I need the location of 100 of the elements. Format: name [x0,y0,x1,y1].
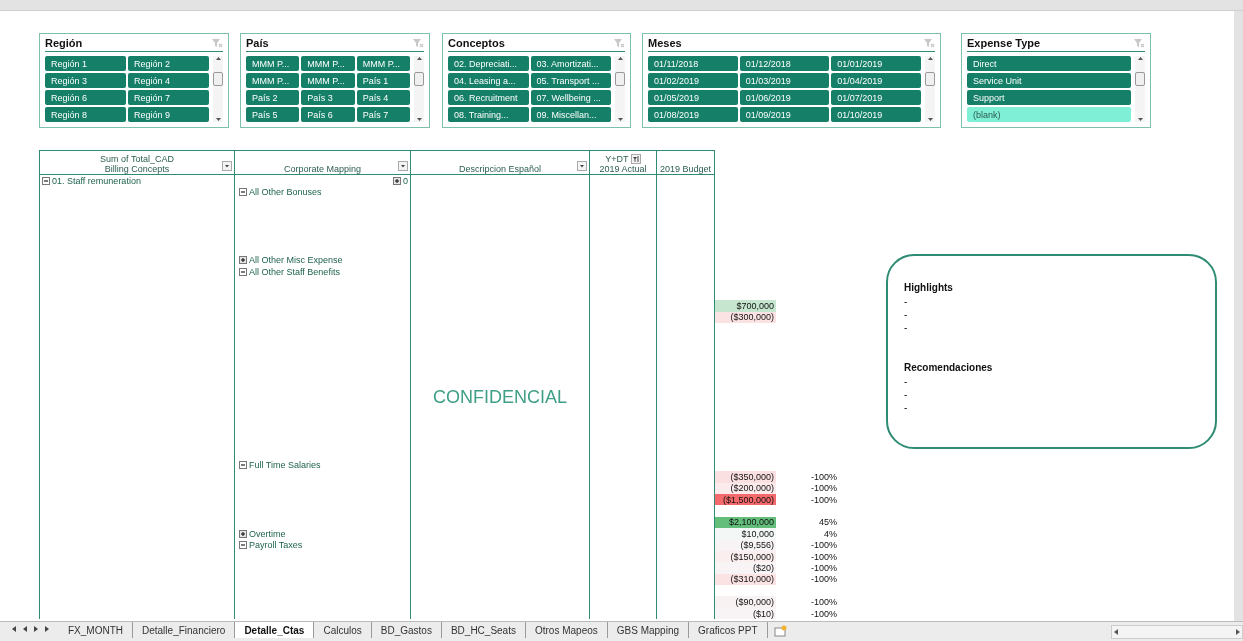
slicer-item[interactable]: 03. Amortizati... [530,56,611,71]
scrollbar[interactable] [213,56,223,122]
slicer-item[interactable]: 01/04/2019 [831,73,921,88]
slicer-title: Región [45,37,83,49]
dropdown-icon[interactable] [398,161,408,171]
slicer-item[interactable]: 04. Leasing a... [448,73,529,88]
slicer-item[interactable]: Región 3 [45,73,126,88]
slicer-item[interactable]: 01/10/2019 [831,107,921,122]
slicer-item[interactable]: Support [967,90,1131,105]
row-label: All Other Misc Expense [249,255,343,266]
slicer-item[interactable]: 01/08/2019 [648,107,738,122]
slicer-item[interactable]: 01/01/2019 [831,56,921,71]
slicer-item[interactable]: País 7 [356,107,410,122]
slicer-item[interactable]: MMM P... [246,56,300,71]
scroll-down-icon[interactable] [926,117,934,122]
collapse-icon[interactable] [42,176,50,185]
slicer-item[interactable]: Región 7 [128,90,209,105]
scroll-thumb[interactable] [213,72,223,86]
scroll-down-icon[interactable] [214,117,222,122]
collapse-icon[interactable] [239,188,247,197]
dropdown-icon[interactable] [577,161,587,171]
slicer-item[interactable]: 01/11/2018 [648,56,738,71]
collapse-icon[interactable] [239,461,247,470]
notes-line: - [904,322,908,333]
scroll-up-icon[interactable] [1136,56,1144,61]
scroll-down-icon[interactable] [415,117,423,122]
column-header: Corporate Mapping [283,164,361,174]
slicer-item[interactable]: País 2 [246,90,300,105]
slicer-item[interactable]: País 1 [356,73,410,88]
slicer-item[interactable]: MMM P... [246,73,300,88]
scroll-right-icon[interactable] [1234,628,1242,636]
scroll-thumb[interactable] [615,72,625,86]
slicer-item[interactable]: 01/09/2019 [739,107,830,122]
slicer-item[interactable]: Región 9 [128,107,209,122]
sheet-tab[interactable]: GBS Mapping [607,622,690,638]
dropdown-icon[interactable] [222,161,232,171]
expand-icon[interactable] [239,256,247,265]
slicer-item[interactable]: MMM P... [301,73,355,88]
variance-cell: $10,000 [715,528,776,540]
scroll-left-icon[interactable] [1112,628,1120,636]
scroll-up-icon[interactable] [415,56,423,61]
slicer-item[interactable]: Service Unit [967,73,1131,88]
slicer-item[interactable]: 01/12/2018 [739,56,830,71]
scroll-up-icon[interactable] [926,56,934,61]
scrollbar[interactable] [414,56,424,122]
expand-icon[interactable] [393,176,401,185]
slicer-item[interactable]: Región 6 [45,90,126,105]
slicer-item[interactable]: 01/06/2019 [739,90,830,105]
slicer-item[interactable]: Región 8 [45,107,126,122]
scroll-down-icon[interactable] [1136,117,1144,122]
scroll-thumb[interactable] [414,72,424,86]
sheet-tab[interactable]: Calculos [314,622,372,638]
notes-line: - [904,309,908,320]
sheet-tab[interactable]: BD_HC_Seats [441,622,526,638]
scroll-thumb[interactable] [1135,72,1145,86]
row-label: Overtime [249,528,286,539]
slicer-item[interactable]: Región 2 [128,56,209,71]
slicer-item[interactable]: MMM P... [356,56,410,71]
slicer-item[interactable]: 07. Wellbeing ... [530,90,611,105]
sheet-tab[interactable]: Detalle_Ctas [235,622,315,638]
scrollbar[interactable] [1135,56,1145,122]
slicer-item[interactable]: 01/07/2019 [831,90,921,105]
slicer-item[interactable]: 08. Training... [448,107,529,122]
column-header: Descripcion Español [458,164,541,174]
scroll-up-icon[interactable] [214,56,222,61]
horizontal-scrollbar[interactable] [1111,625,1243,639]
column-header: 2019 Budget [659,164,711,174]
slicer-item[interactable]: País 5 [246,107,300,122]
scrollbar[interactable] [925,56,935,122]
slicer-item[interactable]: País 3 [301,90,355,105]
slicer-item[interactable]: 01/02/2019 [648,73,738,88]
slicer-item[interactable]: (blank) [967,107,1131,122]
expand-icon[interactable] [239,529,247,538]
sheet-tab[interactable]: Graficos PPT [689,622,768,638]
slicer-item[interactable]: País 4 [356,90,410,105]
slicer-item[interactable]: Direct [967,56,1131,71]
row-label: 0 [403,175,408,186]
sheet-tab[interactable]: FX_MONTH [59,622,133,638]
slicer-item[interactable]: Región 1 [45,56,126,71]
slicer-item[interactable]: 01/05/2019 [648,90,738,105]
slicer-item[interactable]: 06. Recruitment [448,90,529,105]
scroll-up-icon[interactable] [616,56,624,61]
notes-line: - [904,296,908,307]
slicer-item[interactable]: 01/03/2019 [739,73,830,88]
slicer-item[interactable]: 05. Transport ... [530,73,611,88]
slicer-item[interactable]: 09. Miscellan... [530,107,611,122]
filter-icon[interactable] [630,154,641,164]
sheet-tab[interactable]: Otros Mapeos [525,622,608,638]
collapse-icon[interactable] [239,267,247,276]
slicer-item[interactable]: MMM P... [301,56,355,71]
percent-cell: -100% [811,608,837,619]
percent-cell: -100% [811,574,837,585]
slicer-item[interactable]: 02. Depreciati... [448,56,529,71]
collapse-icon[interactable] [239,541,247,550]
scrollbar[interactable] [615,56,625,122]
scroll-down-icon[interactable] [616,117,624,122]
scroll-thumb[interactable] [925,72,935,86]
slicer-item[interactable]: Región 4 [128,73,209,88]
slicer-item[interactable]: País 6 [301,107,355,122]
sheet-tab[interactable]: BD_Gastos [371,622,442,638]
